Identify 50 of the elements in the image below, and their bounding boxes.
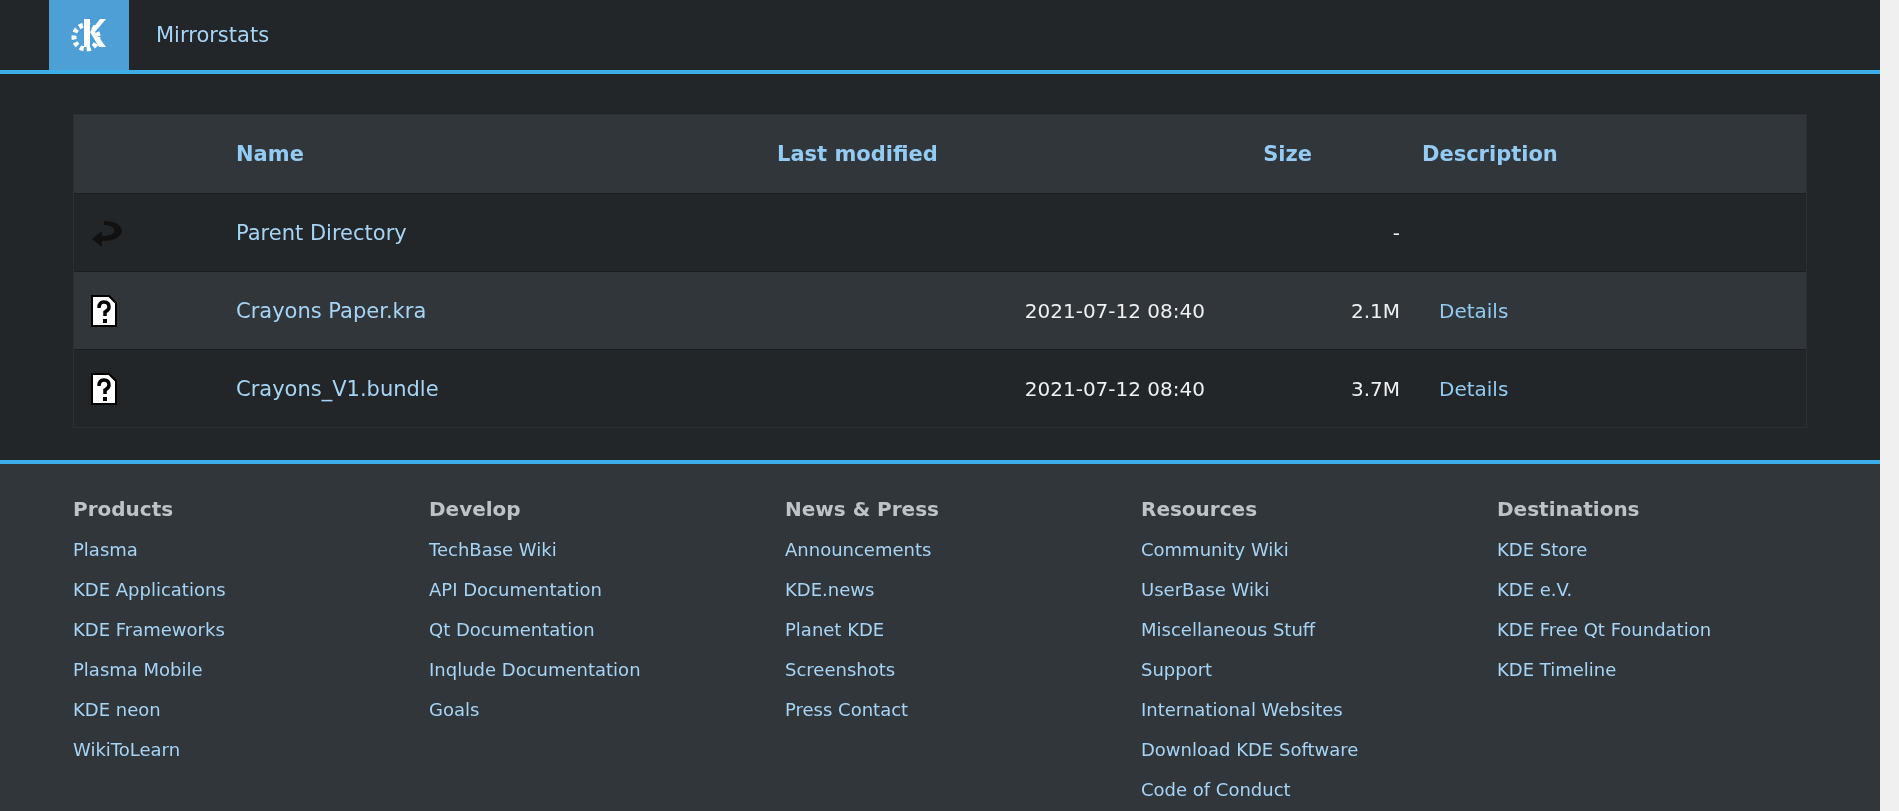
file-link[interactable]: Crayons Paper.kra bbox=[236, 298, 427, 323]
footer-heading: Destinations bbox=[1497, 496, 1641, 523]
footer-heading: Products bbox=[73, 496, 175, 523]
footer-link[interactable]: KDE Free Qt Foundation bbox=[1497, 610, 1712, 650]
file-link[interactable]: Crayons_V1.bundle bbox=[236, 376, 439, 401]
file-size: 3.7M bbox=[1349, 376, 1401, 401]
column-header[interactable]: Last modified bbox=[777, 142, 1227, 166]
footer-link[interactable]: Screenshots bbox=[785, 650, 896, 690]
file-size: 2.1M bbox=[1349, 298, 1401, 323]
footer-heading: Develop bbox=[429, 496, 522, 523]
file-size: - bbox=[1391, 220, 1401, 245]
footer-link[interactable]: UserBase Wiki bbox=[1141, 570, 1270, 610]
footer-link[interactable]: Support bbox=[1141, 650, 1213, 690]
details-link[interactable]: Details bbox=[1439, 376, 1509, 401]
modified-date: 2021-07-12 08:40 bbox=[1023, 376, 1206, 401]
footer-heading: Resources bbox=[1141, 496, 1259, 523]
footer-link[interactable]: KDE Frameworks bbox=[73, 610, 225, 650]
footer-link[interactable]: KDE Applications bbox=[73, 570, 226, 610]
footer-link[interactable]: Goals bbox=[429, 690, 480, 730]
footer-link[interactable]: Community Wiki bbox=[1141, 530, 1289, 570]
footer-link[interactable]: Qt Documentation bbox=[429, 610, 595, 650]
footer-link[interactable]: Miscellaneous Stuff bbox=[1141, 610, 1316, 650]
footer-link[interactable]: International Websites bbox=[1141, 690, 1343, 730]
column-header[interactable]: Name bbox=[236, 142, 777, 166]
footer-link[interactable]: KDE.news bbox=[785, 570, 875, 610]
footer-link[interactable]: API Documentation bbox=[429, 570, 602, 610]
footer-link[interactable]: Plasma bbox=[73, 530, 138, 570]
footer-link[interactable]: Plasma Mobile bbox=[73, 650, 203, 690]
footer-link[interactable]: Download KDE Software bbox=[1141, 730, 1359, 770]
logo-button[interactable] bbox=[49, 0, 129, 70]
column-header[interactable]: Description bbox=[1422, 142, 1806, 166]
footer-link[interactable]: Press Contact bbox=[785, 690, 909, 730]
unknown-file-icon bbox=[90, 293, 118, 328]
footer-link[interactable]: KDE Store bbox=[1497, 530, 1588, 570]
file-link[interactable]: Parent Directory bbox=[236, 220, 407, 245]
details-link[interactable]: Details bbox=[1439, 298, 1509, 323]
column-header[interactable]: Size bbox=[1227, 142, 1422, 166]
footer-link[interactable]: Code of Conduct bbox=[1141, 770, 1291, 810]
footer-link[interactable]: Announcements bbox=[785, 530, 932, 570]
footer-link[interactable]: KDE Timeline bbox=[1497, 650, 1617, 690]
footer-link[interactable]: Planet KDE bbox=[785, 610, 885, 650]
footer-heading: News & Press bbox=[785, 496, 940, 523]
footer-link[interactable]: Inqlude Documentation bbox=[429, 650, 641, 690]
modified-date: 2021-07-12 08:40 bbox=[1023, 298, 1206, 323]
site-title[interactable]: Mirrorstats bbox=[156, 0, 270, 70]
footer-link[interactable]: KDE e.V. bbox=[1497, 570, 1573, 610]
footer-link[interactable]: WikiToLearn bbox=[73, 730, 181, 770]
footer-link[interactable]: TechBase Wiki bbox=[429, 530, 557, 570]
unknown-file-icon bbox=[90, 371, 118, 406]
footer-link[interactable]: KDE neon bbox=[73, 690, 161, 730]
